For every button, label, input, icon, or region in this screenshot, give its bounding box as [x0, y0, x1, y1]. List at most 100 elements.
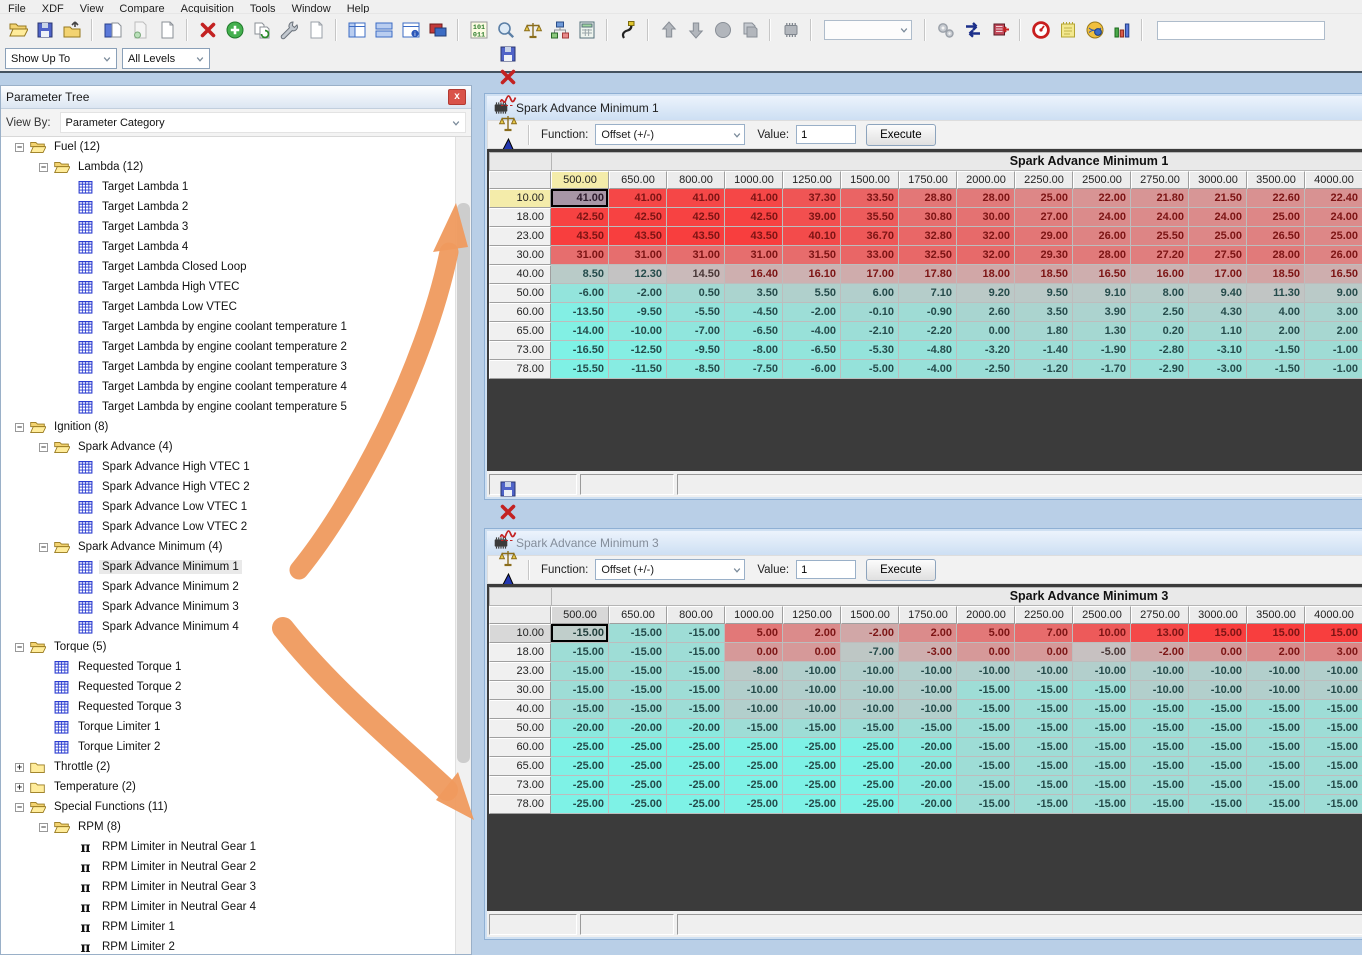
- wrench-tools-icon[interactable]: [276, 18, 301, 43]
- table-cell[interactable]: 25.00: [1189, 227, 1247, 246]
- column-header[interactable]: 1750.00: [899, 606, 957, 624]
- column-header[interactable]: 1750.00: [899, 171, 957, 189]
- save-floppy-icon[interactable]: [496, 478, 519, 501]
- table-cell[interactable]: -4.00: [899, 360, 957, 379]
- table-cell[interactable]: -4.50: [725, 303, 783, 322]
- table-cell[interactable]: -15.00: [667, 662, 725, 681]
- table-cell[interactable]: -15.00: [1305, 738, 1362, 757]
- table-cell[interactable]: -1.20: [1015, 360, 1073, 379]
- table-cell[interactable]: -1.00: [1305, 341, 1362, 360]
- table-cell[interactable]: 42.50: [667, 208, 725, 227]
- menu-help[interactable]: Help: [347, 3, 370, 13]
- sync-arrows-icon[interactable]: [960, 18, 985, 43]
- table-cell[interactable]: 24.00: [1189, 208, 1247, 227]
- table-cell[interactable]: -15.00: [551, 681, 609, 700]
- table-cell[interactable]: -15.00: [957, 681, 1015, 700]
- table-cell[interactable]: 41.00: [551, 189, 609, 208]
- table-cell[interactable]: -10.00: [783, 700, 841, 719]
- table-cell[interactable]: -25.00: [725, 738, 783, 757]
- table-cell[interactable]: -20.00: [609, 719, 667, 738]
- table-cell[interactable]: -15.00: [1073, 700, 1131, 719]
- column-header[interactable]: 1250.00: [783, 171, 841, 189]
- table-cell[interactable]: -14.00: [551, 322, 609, 341]
- scales-compare-icon[interactable]: [496, 547, 519, 570]
- column-header[interactable]: 3500.00: [1247, 171, 1305, 189]
- table-cell[interactable]: 18.50: [1015, 265, 1073, 284]
- table-cell[interactable]: 8.50: [551, 265, 609, 284]
- tree-item[interactable]: Requested Torque 2: [1, 677, 455, 697]
- table-cell[interactable]: -25.00: [667, 776, 725, 795]
- table-cell[interactable]: -15.00: [667, 643, 725, 662]
- table-cell[interactable]: -25.00: [551, 738, 609, 757]
- table-cell[interactable]: 0.50: [667, 284, 725, 303]
- table-cell[interactable]: -10.00: [1305, 681, 1362, 700]
- row-header[interactable]: 30.00: [489, 246, 551, 265]
- tree-item[interactable]: Torque Limiter 2: [1, 737, 455, 757]
- table-cell[interactable]: -25.00: [783, 757, 841, 776]
- table-cell[interactable]: -25.00: [609, 757, 667, 776]
- tree-item[interactable]: Spark Advance Minimum 4: [1, 617, 455, 637]
- table-cell[interactable]: -15.00: [1015, 700, 1073, 719]
- column-header[interactable]: 800.00: [667, 606, 725, 624]
- table-cell[interactable]: -15.00: [551, 624, 609, 643]
- table-cell[interactable]: -25.00: [667, 795, 725, 814]
- table-cell[interactable]: -15.00: [1015, 776, 1073, 795]
- row-header[interactable]: 18.00: [489, 208, 551, 227]
- table-cell[interactable]: -15.00: [957, 795, 1015, 814]
- table-cell[interactable]: -25.00: [609, 776, 667, 795]
- table-cell[interactable]: 13.00: [1131, 624, 1189, 643]
- tree-item[interactable]: πRPM Limiter in Neutral Gear 4: [1, 897, 455, 917]
- table-cell[interactable]: -10.00: [899, 662, 957, 681]
- table-cell[interactable]: 12.30: [609, 265, 667, 284]
- table-cell[interactable]: 2.00: [783, 624, 841, 643]
- table-cell[interactable]: 2.00: [1247, 643, 1305, 662]
- table-cell[interactable]: -15.00: [1131, 757, 1189, 776]
- copy-doc-icon[interactable]: [249, 18, 274, 43]
- table-cell[interactable]: -1.40: [1015, 341, 1073, 360]
- tree-item[interactable]: Spark Advance Low VTEC 1: [1, 497, 455, 517]
- tree-item[interactable]: Target Lambda 3: [1, 217, 455, 237]
- table-cell[interactable]: 3.00: [1305, 303, 1362, 322]
- table-cell[interactable]: -25.00: [841, 776, 899, 795]
- row-header[interactable]: 50.00: [489, 284, 551, 303]
- column-header[interactable]: 4000.00: [1305, 606, 1362, 624]
- layout-info-icon[interactable]: i: [398, 18, 423, 43]
- table-cell[interactable]: -15.00: [1073, 757, 1131, 776]
- table-cell[interactable]: 28.80: [899, 189, 957, 208]
- table-cell[interactable]: 9.20: [957, 284, 1015, 303]
- table-cell[interactable]: -15.00: [957, 757, 1015, 776]
- table-cell[interactable]: -10.00: [841, 662, 899, 681]
- table-cell[interactable]: 29.30: [1015, 246, 1073, 265]
- row-header[interactable]: 10.00: [489, 624, 551, 643]
- tree-item[interactable]: Target Lambda by engine coolant temperat…: [1, 317, 455, 337]
- table-cell[interactable]: -2.50: [957, 360, 1015, 379]
- close-panel-button[interactable]: x: [448, 89, 466, 105]
- column-header[interactable]: 2750.00: [1131, 606, 1189, 624]
- table-cell[interactable]: -10.00: [841, 681, 899, 700]
- table-cell[interactable]: 24.00: [1305, 208, 1362, 227]
- table-cell[interactable]: 31.00: [667, 246, 725, 265]
- save-floppy-icon[interactable]: [32, 18, 57, 43]
- table-cell[interactable]: -15.00: [609, 643, 667, 662]
- table-cell[interactable]: -9.50: [609, 303, 667, 322]
- table-cell[interactable]: -20.00: [667, 719, 725, 738]
- column-header[interactable]: 650.00: [609, 606, 667, 624]
- tree-item[interactable]: Target Lambda High VTEC: [1, 277, 455, 297]
- table-cell[interactable]: 30.00: [957, 208, 1015, 227]
- tree-item[interactable]: Requested Torque 1: [1, 657, 455, 677]
- table-cell[interactable]: -15.00: [1247, 700, 1305, 719]
- table-cell[interactable]: -5.30: [841, 341, 899, 360]
- trace-wave-icon[interactable]: [496, 89, 519, 112]
- emulator-combo[interactable]: [824, 20, 912, 40]
- tree-item[interactable]: Target Lambda 2: [1, 197, 455, 217]
- table-cell[interactable]: -15.00: [1073, 776, 1131, 795]
- table-cell[interactable]: 9.00: [1305, 284, 1362, 303]
- table-cell[interactable]: 5.00: [957, 624, 1015, 643]
- tree-scrollbar-thumb[interactable]: [457, 203, 470, 763]
- table-cell[interactable]: -15.00: [551, 643, 609, 662]
- table-cell[interactable]: 31.50: [783, 246, 841, 265]
- table-cell[interactable]: 41.00: [609, 189, 667, 208]
- tree-item[interactable]: Target Lambda Low VTEC: [1, 297, 455, 317]
- table-cell[interactable]: 25.50: [1131, 227, 1189, 246]
- table-cell[interactable]: 25.00: [1015, 189, 1073, 208]
